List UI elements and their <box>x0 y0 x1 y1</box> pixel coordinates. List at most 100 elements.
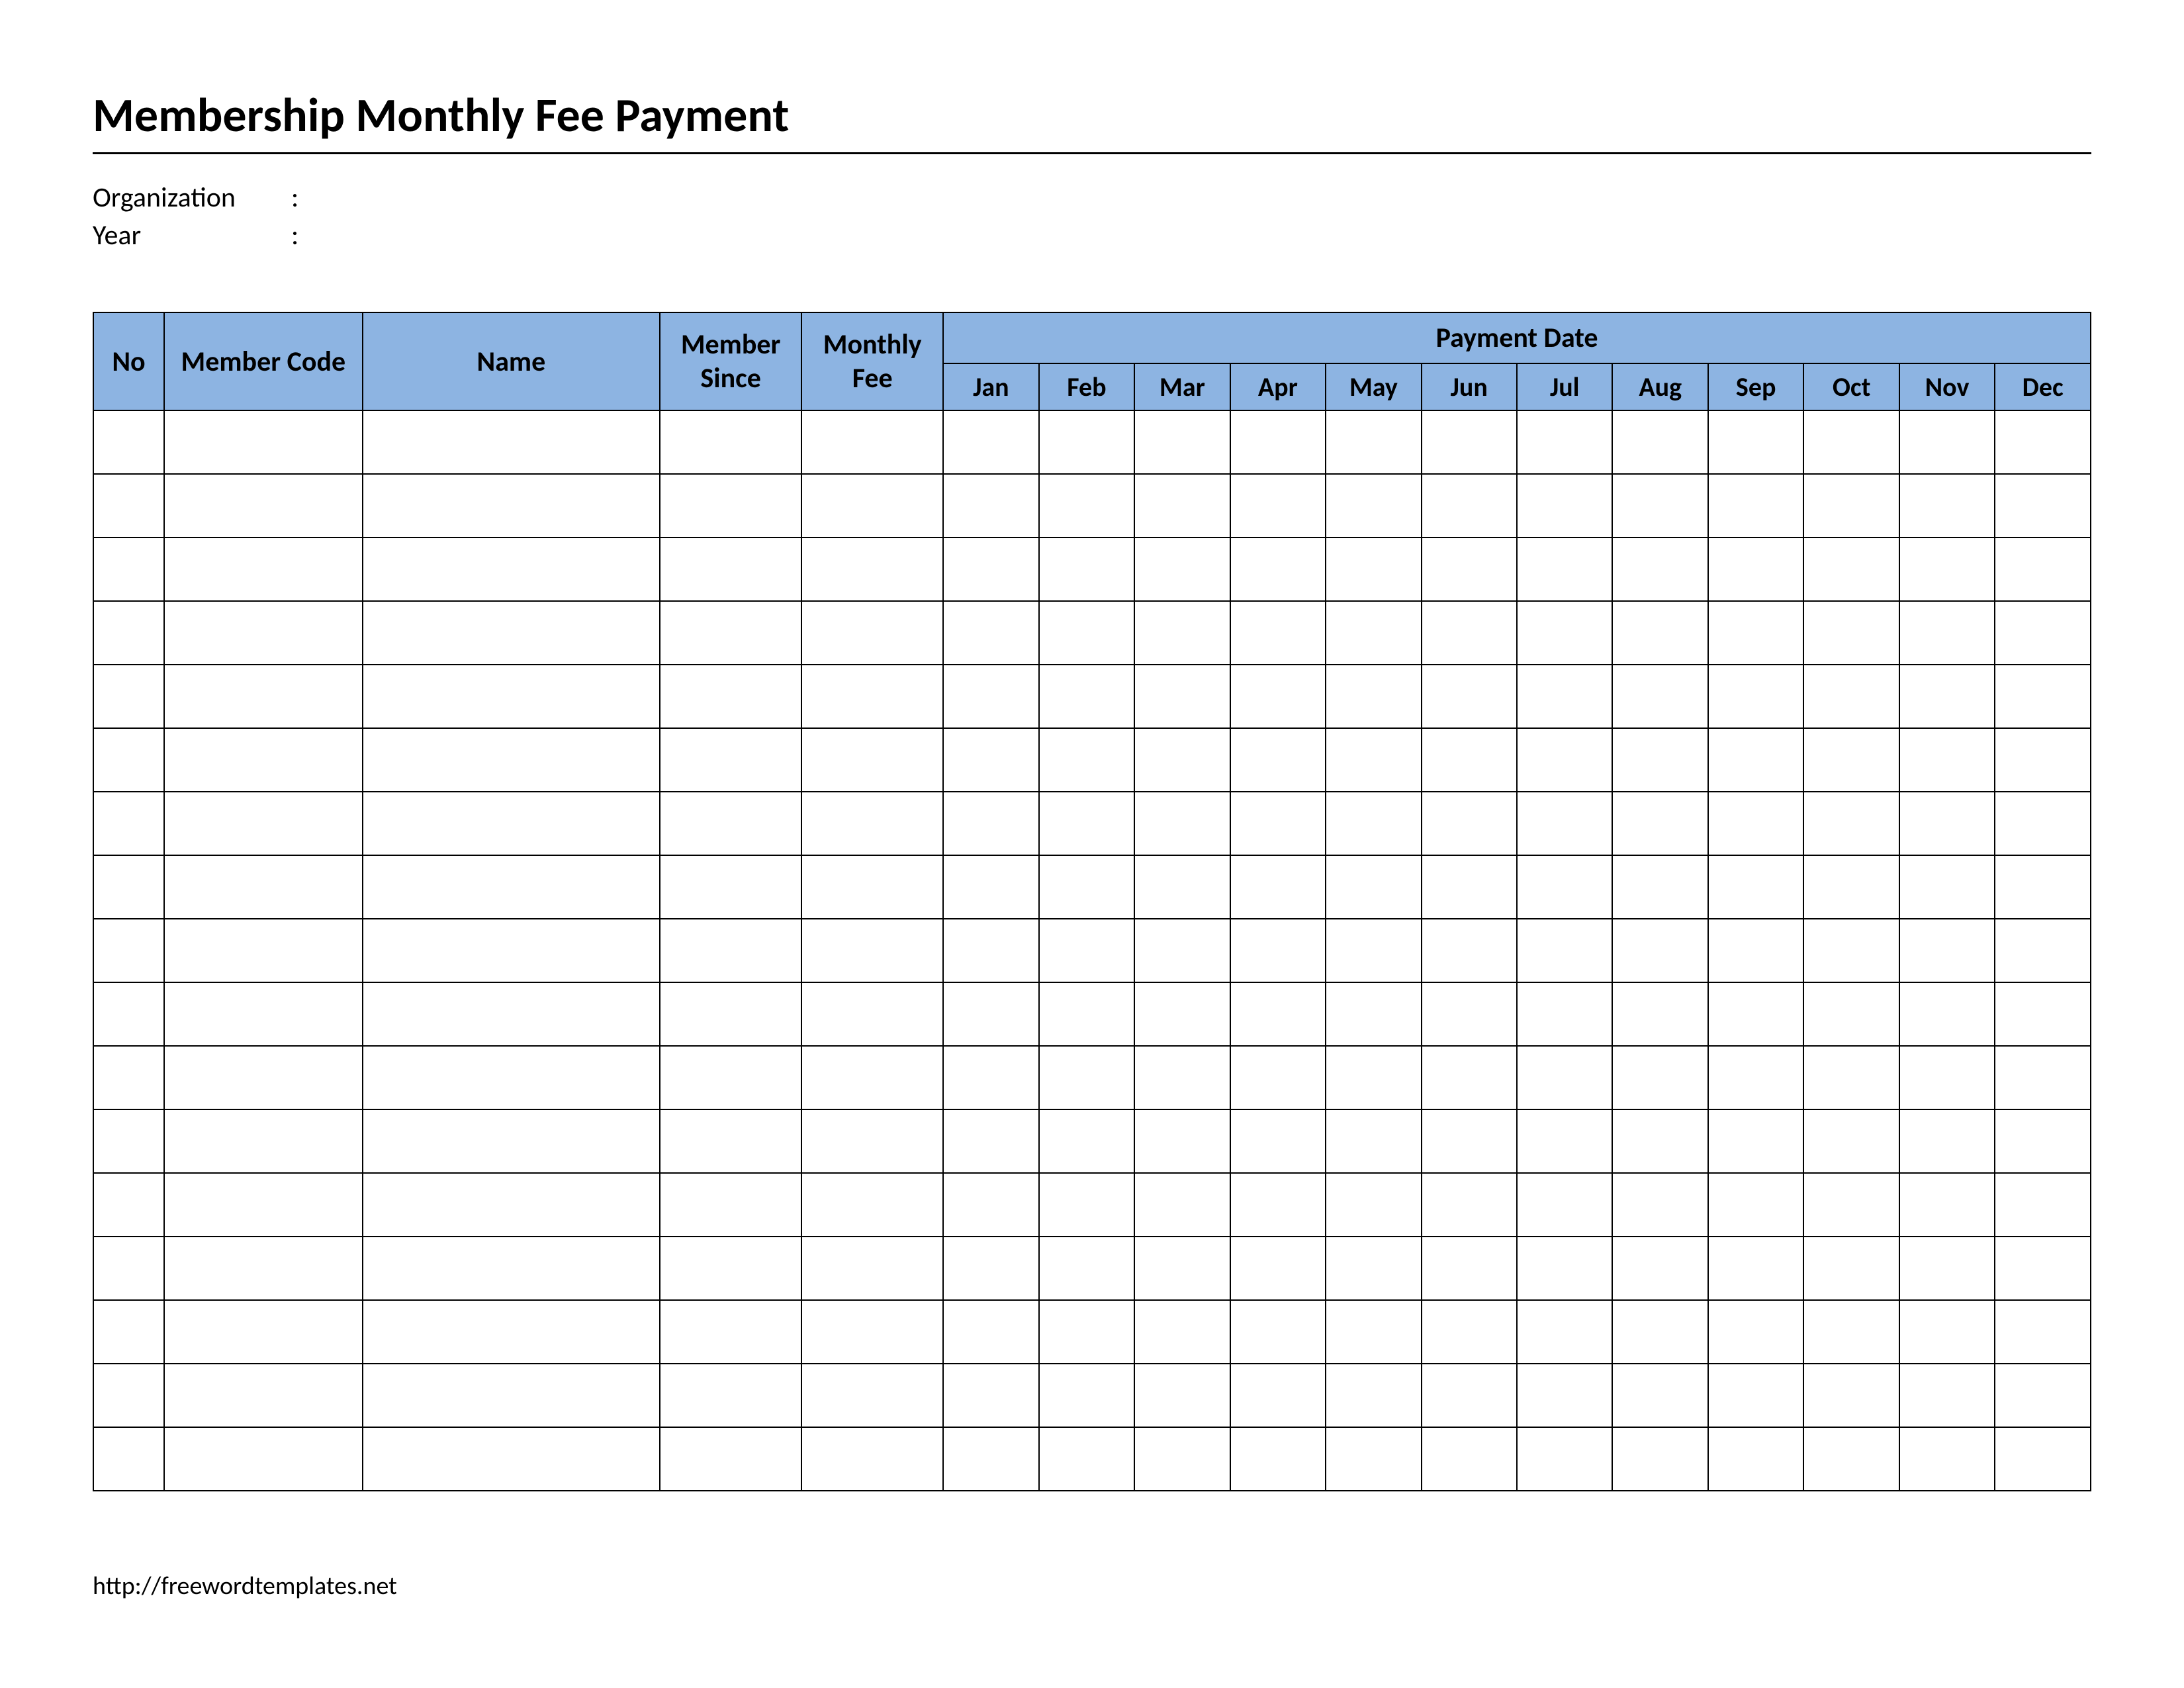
table-cell <box>1230 1427 1326 1491</box>
table-cell <box>1230 919 1326 982</box>
meta-block: Organization : Year : <box>93 181 2091 252</box>
table-cell <box>801 665 943 728</box>
table-cell <box>1134 919 1230 982</box>
table-cell <box>1803 410 1899 474</box>
table-cell <box>801 1109 943 1173</box>
table-cell <box>1422 601 1517 665</box>
table-cell <box>943 410 1038 474</box>
table-cell <box>1517 728 1612 792</box>
table-row <box>93 792 2091 855</box>
table-cell <box>1230 538 1326 601</box>
table-row <box>93 601 2091 665</box>
table-cell <box>363 728 660 792</box>
table-cell <box>1326 665 1421 728</box>
table-cell <box>1039 919 1134 982</box>
table-cell <box>1039 1046 1134 1109</box>
table-row <box>93 1237 2091 1300</box>
table-cell <box>363 410 660 474</box>
table-cell <box>1517 982 1612 1046</box>
table-cell <box>164 1109 363 1173</box>
table-cell <box>1134 1364 1230 1427</box>
table-cell <box>1326 855 1421 919</box>
table-cell <box>660 1109 801 1173</box>
table-cell <box>1134 1300 1230 1364</box>
table-cell <box>943 1427 1038 1491</box>
table-cell <box>93 1173 164 1237</box>
table-cell <box>1517 1109 1612 1173</box>
table-cell <box>801 1237 943 1300</box>
table-cell <box>1517 410 1612 474</box>
table-cell <box>1612 982 1707 1046</box>
table-cell <box>1134 855 1230 919</box>
table-cell <box>93 474 164 538</box>
table-cell <box>1039 1173 1134 1237</box>
table-cell <box>660 601 801 665</box>
table-cell <box>1995 792 2091 855</box>
table-cell <box>660 982 801 1046</box>
table-cell <box>943 1109 1038 1173</box>
table-row <box>93 728 2091 792</box>
table-cell <box>1612 1046 1707 1109</box>
table-cell <box>943 538 1038 601</box>
table-cell <box>1230 1364 1326 1427</box>
table-cell <box>363 792 660 855</box>
table-cell <box>1517 1364 1612 1427</box>
table-cell <box>1803 1300 1899 1364</box>
table-cell <box>1708 855 1803 919</box>
table-cell <box>93 410 164 474</box>
table-cell <box>660 855 801 919</box>
table-cell <box>660 1237 801 1300</box>
table-cell <box>93 1046 164 1109</box>
table-cell <box>1995 410 2091 474</box>
table-cell <box>1899 1364 1995 1427</box>
table-cell <box>363 1109 660 1173</box>
table-cell <box>1899 1237 1995 1300</box>
table-cell <box>943 1173 1038 1237</box>
table-cell <box>1612 919 1707 982</box>
table-cell <box>1230 982 1326 1046</box>
table-cell <box>363 665 660 728</box>
table-row <box>93 1300 2091 1364</box>
table-cell <box>1708 474 1803 538</box>
table-cell <box>1803 538 1899 601</box>
table-cell <box>1039 792 1134 855</box>
table-cell <box>1612 410 1707 474</box>
table-cell <box>164 601 363 665</box>
table-cell <box>943 792 1038 855</box>
table-cell <box>164 792 363 855</box>
table-cell <box>1326 1427 1421 1491</box>
table-cell <box>1803 1237 1899 1300</box>
table-cell <box>93 1300 164 1364</box>
table-cell <box>93 792 164 855</box>
table-cell <box>1612 1173 1707 1237</box>
table-cell <box>943 919 1038 982</box>
table-cell <box>1899 1427 1995 1491</box>
table-cell <box>1995 982 2091 1046</box>
table-cell <box>1422 728 1517 792</box>
table-cell <box>1899 792 1995 855</box>
table-cell <box>660 792 801 855</box>
table-cell <box>1995 538 2091 601</box>
table-cell <box>1612 1237 1707 1300</box>
table-cell <box>164 919 363 982</box>
table-cell <box>1995 1237 2091 1300</box>
table-cell <box>660 1046 801 1109</box>
table-cell <box>801 728 943 792</box>
table-cell <box>943 728 1038 792</box>
table-cell <box>1134 474 1230 538</box>
meta-year-row: Year : <box>93 218 2091 252</box>
table-cell <box>363 855 660 919</box>
table-cell <box>1612 665 1707 728</box>
table-cell <box>1995 665 2091 728</box>
table-row <box>93 1364 2091 1427</box>
table-cell <box>1230 792 1326 855</box>
header-month-aug: Aug <box>1612 363 1707 410</box>
header-row-1: No Member Code Name Member Since Monthly… <box>93 312 2091 363</box>
table-cell <box>1803 474 1899 538</box>
table-cell <box>363 1364 660 1427</box>
table-cell <box>1230 1046 1326 1109</box>
table-cell <box>1899 410 1995 474</box>
table-cell <box>1517 855 1612 919</box>
table-cell <box>164 1237 363 1300</box>
table-cell <box>1039 410 1134 474</box>
